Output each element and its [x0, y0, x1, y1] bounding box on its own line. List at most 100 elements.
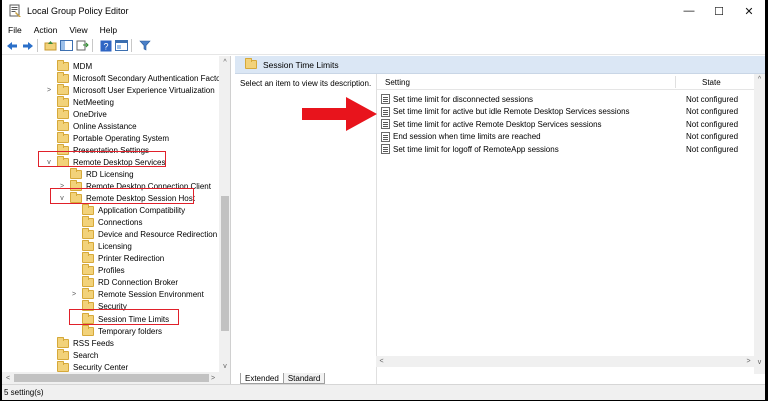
policy-setting-icon	[381, 144, 390, 154]
tree-item-netmeeting[interactable]: NetMeeting	[57, 95, 114, 108]
setting-row[interactable]: Set time limit for active but idle Remot…	[381, 106, 741, 118]
toolbar: ?	[2, 37, 765, 55]
menu-view[interactable]: View	[63, 25, 93, 35]
scroll-left-arrow-icon[interactable]: <	[376, 356, 387, 367]
scroll-right-arrow-icon[interactable]: >	[207, 372, 219, 384]
folder-icon	[57, 83, 69, 95]
view-tabs: Extended Standard	[240, 372, 326, 384]
tree-item-search[interactable]: Search	[57, 348, 98, 361]
tree-item-temporary-folders[interactable]: Temporary folders	[82, 324, 162, 337]
folder-icon	[57, 348, 69, 360]
menu-action[interactable]: Action	[28, 25, 64, 35]
collapsed-chevron-icon[interactable]: >	[70, 288, 78, 300]
details-header-title: Session Time Limits	[263, 59, 339, 70]
tree-item-label: RD Licensing	[86, 169, 134, 179]
setting-row[interactable]: Set time limit for disconnected sessions…	[381, 93, 741, 105]
folder-up-icon[interactable]	[44, 39, 57, 52]
show-hide-tree-icon[interactable]	[60, 39, 73, 52]
folder-icon	[82, 324, 94, 336]
tree-item-microsoft-user-experience-virtualization[interactable]: > Microsoft User Experience Virtualizatio…	[47, 83, 215, 96]
tree-item-application-compatibility[interactable]: Application Compatibility	[82, 203, 186, 216]
description-text: Select an item to view its description.	[240, 79, 372, 88]
menu-bar: File Action View Help	[2, 22, 765, 37]
tree-item-mdm[interactable]: MDM	[57, 59, 92, 72]
folder-icon	[57, 107, 69, 119]
tree-item-rd-licensing[interactable]: RD Licensing	[70, 167, 134, 180]
tree-hscroll-thumb[interactable]	[14, 374, 209, 382]
folder-icon	[57, 336, 69, 348]
tree-item-rd-connection-broker[interactable]: RD Connection Broker	[82, 275, 179, 288]
policy-setting-icon	[381, 119, 390, 129]
toolbar-separator	[131, 39, 132, 52]
tree-item-label: Application Compatibility	[98, 205, 186, 215]
tree-item-licensing[interactable]: Licensing	[82, 239, 132, 252]
tree-item-device-and-resource-redirection[interactable]: Device and Resource Redirection	[82, 227, 217, 240]
folder-icon	[57, 95, 69, 107]
filter-icon[interactable]	[138, 39, 151, 52]
close-button[interactable]: ✕	[733, 0, 765, 22]
setting-state: Not configured	[686, 119, 739, 129]
policy-setting-icon	[381, 106, 390, 117]
tab-standard[interactable]: Standard	[283, 373, 326, 384]
tree-vertical-scrollbar[interactable]: ^ v	[219, 56, 230, 372]
folder-icon	[82, 287, 94, 299]
tree-item-remote-session-environment[interactable]: > Remote Session Environment	[72, 287, 204, 300]
setting-state: Not configured	[686, 144, 739, 154]
svg-text:?: ?	[103, 41, 108, 51]
tree-item-label: RD Connection Broker	[98, 277, 179, 287]
tree-item-label: Remote Session Environment	[98, 289, 204, 299]
setting-row[interactable]: Set time limit for logoff of RemoteApp s…	[381, 143, 741, 155]
folder-icon	[82, 215, 94, 227]
tree-item-label: Profiles	[98, 265, 125, 275]
setting-state: Not configured	[686, 94, 739, 104]
tree-item-label: OneDrive	[73, 109, 107, 119]
tree-scroll-thumb[interactable]	[221, 196, 229, 331]
scroll-right-arrow-icon[interactable]: >	[743, 356, 754, 367]
tab-extended[interactable]: Extended	[240, 373, 284, 384]
tree-item-rss-feeds[interactable]: RSS Feeds	[57, 336, 114, 349]
scroll-up-arrow-icon[interactable]: ^	[219, 56, 230, 68]
tree-item-online-assistance[interactable]: Online Assistance	[57, 119, 137, 132]
menu-file[interactable]: File	[2, 25, 28, 35]
tree-item-profiles[interactable]: Profiles	[82, 263, 125, 276]
setting-state: Not configured	[686, 132, 739, 141]
scroll-up-arrow-icon[interactable]: ^	[754, 74, 765, 85]
export-list-icon[interactable]	[76, 39, 89, 52]
tree-item-connections[interactable]: Connections	[82, 215, 143, 228]
column-header-setting[interactable]: Setting	[385, 78, 410, 87]
setting-state: Not configured	[686, 107, 739, 116]
setting-row[interactable]: Set time limit for active Remote Desktop…	[381, 118, 741, 130]
properties-icon[interactable]	[115, 39, 128, 52]
collapsed-chevron-icon[interactable]: >	[45, 84, 53, 96]
policy-editor-app-icon	[8, 4, 22, 18]
folder-icon	[82, 239, 94, 251]
tree-item-label: Connections	[98, 217, 143, 227]
policy-setting-icon	[381, 131, 390, 142]
maximize-button[interactable]: ☐	[703, 0, 735, 22]
setting-row[interactable]: End session when time limits are reached…	[381, 131, 741, 143]
back-arrow-icon[interactable]	[5, 39, 18, 52]
details-vertical-scrollbar[interactable]: ^ v	[754, 74, 765, 374]
tree-horizontal-scrollbar[interactable]: < >	[2, 372, 230, 384]
tree-item-onedrive[interactable]: OneDrive	[57, 107, 107, 120]
minimize-button[interactable]: —	[673, 0, 705, 22]
details-horizontal-scrollbar[interactable]: < >	[376, 356, 754, 367]
column-header-row: Setting State	[377, 74, 765, 90]
column-header-state[interactable]: State	[702, 78, 721, 87]
folder-icon	[57, 360, 69, 372]
tree-item-portable-operating-system[interactable]: Portable Operating System	[57, 131, 169, 144]
folder-icon	[82, 203, 94, 215]
scroll-left-arrow-icon[interactable]: <	[2, 372, 14, 384]
menu-help[interactable]: Help	[94, 25, 123, 35]
tree-item-printer-redirection[interactable]: Printer Redirection	[82, 251, 164, 264]
toolbar-separator	[92, 39, 93, 52]
help-icon[interactable]: ?	[99, 39, 112, 52]
scroll-down-arrow-icon[interactable]: v	[219, 360, 230, 372]
forward-arrow-icon[interactable]	[21, 39, 34, 52]
scroll-down-arrow-icon[interactable]: v	[754, 357, 765, 368]
tree-item-label: Microsoft User Experience Virtualization	[73, 85, 215, 95]
tree-item-microsoft-secondary-authentication-facto[interactable]: Microsoft Secondary Authentication Facto	[57, 71, 221, 84]
details-header: Session Time Limits	[235, 56, 765, 74]
column-divider[interactable]	[675, 76, 676, 88]
highlight-remote-desktop-services	[38, 151, 166, 167]
